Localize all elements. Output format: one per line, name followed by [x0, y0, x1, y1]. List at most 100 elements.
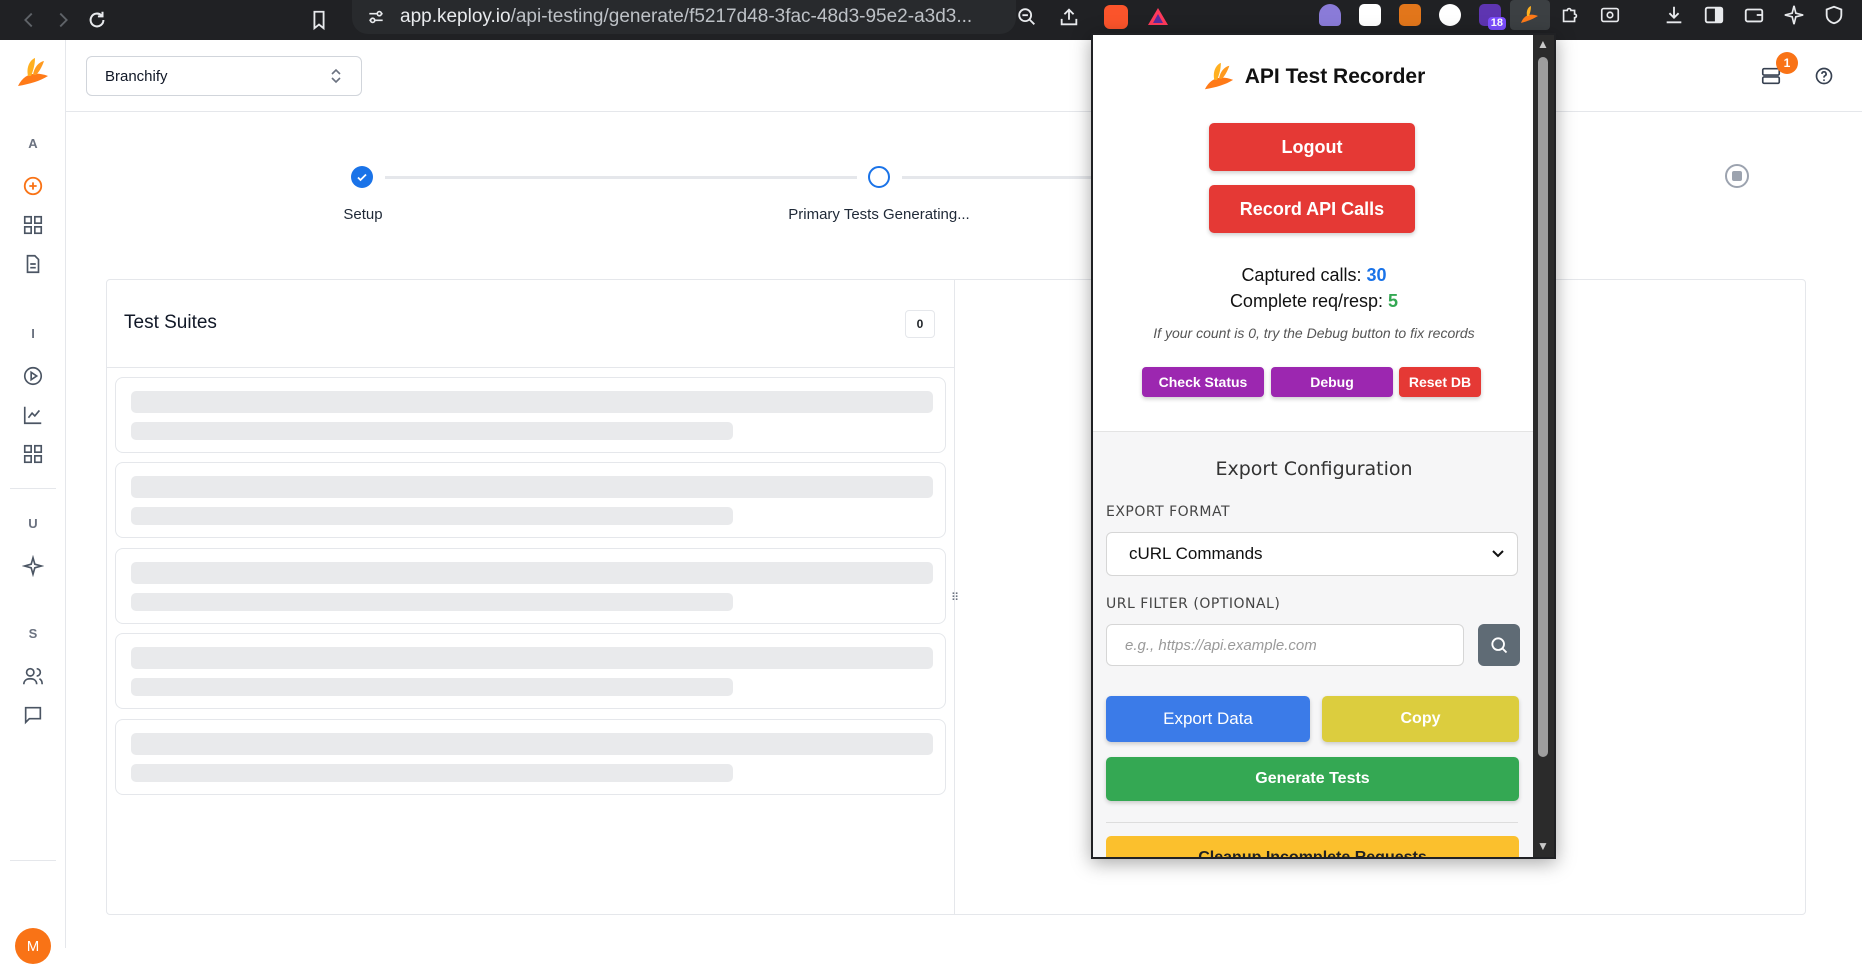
back-button[interactable] [12, 5, 46, 35]
vpn-button[interactable] [1814, 0, 1854, 30]
url-filter-input[interactable]: e.g., https://api.example.com [1106, 624, 1464, 666]
puzzle-icon [1562, 7, 1578, 23]
sidebar-item-runs[interactable] [21, 364, 45, 388]
leo-ai-button[interactable] [1774, 0, 1814, 30]
download-icon [1666, 6, 1682, 24]
extension-w-icon[interactable] [1430, 0, 1470, 30]
play-circle-icon [23, 366, 43, 386]
document-icon [26, 254, 40, 274]
export-format-select[interactable]: cURL Commands [1106, 532, 1518, 576]
keploy-rabbit-icon [1521, 6, 1538, 23]
sidebar-section-s: S [28, 626, 38, 641]
export-data-button[interactable]: Export Data [1106, 696, 1310, 742]
avatar[interactable]: M [15, 928, 51, 964]
url-filter-search-button[interactable] [1478, 624, 1520, 666]
logout-button[interactable]: Logout [1209, 123, 1415, 171]
extensions-area: 18 [1310, 0, 1862, 30]
zoom-out-icon[interactable] [1016, 6, 1038, 28]
sidebar-item-create[interactable] [21, 174, 45, 198]
stop-button[interactable] [1725, 164, 1749, 188]
extension-dots-icon[interactable] [1350, 0, 1390, 30]
chevron-down-icon [1492, 550, 1504, 558]
scroll-down-icon[interactable]: ▼ [1537, 839, 1549, 853]
downloads-button[interactable] [1654, 0, 1694, 30]
tab-search-icon [1600, 7, 1620, 23]
branch-name: Branchify [105, 67, 168, 85]
complete-req-stat: Complete req/resp: 5 [1093, 291, 1535, 312]
brave-shields-icon[interactable] [1104, 5, 1128, 29]
step-label-setup: Setup [343, 206, 383, 223]
extension-keploy-icon[interactable] [1510, 0, 1550, 30]
sidebar-item-dashboard[interactable] [21, 213, 45, 237]
skeleton-row [115, 719, 946, 795]
extension-ghost-icon[interactable] [1310, 0, 1350, 30]
extension-badge: 18 [1487, 17, 1506, 30]
copy-button[interactable]: Copy [1322, 696, 1519, 742]
wallet-icon [1744, 8, 1764, 23]
sidebar-item-apps[interactable] [21, 442, 45, 466]
chat-icon [24, 706, 42, 725]
export-format-value: cURL Commands [1129, 544, 1263, 563]
sparkle-icon [1784, 5, 1804, 25]
resize-handle-icon[interactable]: ⠿ [950, 590, 960, 606]
bookmark-button[interactable] [302, 5, 336, 35]
record-api-calls-button[interactable]: Record API Calls [1209, 185, 1415, 233]
reset-db-button[interactable]: Reset DB [1399, 367, 1481, 397]
complete-req-label: Complete req/resp: [1229, 291, 1384, 311]
cleanup-incomplete-button[interactable]: Cleanup Incomplete Requests [1106, 836, 1519, 857]
brave-rewards-icon[interactable] [1146, 5, 1170, 29]
forward-button[interactable] [46, 5, 80, 35]
app-sidebar: A I U S M [0, 40, 66, 964]
skeleton-row [115, 633, 946, 709]
captured-calls-label: Captured calls: [1241, 265, 1362, 285]
captured-calls-value: 30 [1366, 265, 1387, 285]
branch-selector[interactable]: Branchify [86, 56, 362, 96]
scrollbar-thumb[interactable] [1538, 57, 1548, 757]
tab-search-button[interactable] [1590, 0, 1630, 30]
grid-icon [23, 444, 43, 464]
stop-icon [1732, 171, 1742, 181]
popup-scrollbar[interactable]: ▲ ▼ [1533, 35, 1554, 857]
notification-badge: 1 [1776, 52, 1798, 74]
share-icon[interactable] [1058, 6, 1080, 28]
step-generating-active [868, 166, 890, 188]
sparkle-icon [22, 555, 44, 577]
extension-fox-icon[interactable] [1390, 0, 1430, 30]
reload-icon [89, 11, 105, 28]
sidebar-item-ai[interactable] [21, 554, 45, 578]
sidebar-item-documents[interactable] [21, 252, 45, 276]
keploy-logo[interactable] [16, 56, 50, 90]
api-recorder-popup: API Test Recorder Logout Record API Call… [1091, 33, 1556, 859]
address-bar[interactable]: app.keploy.io/api-testing/generate/f5217… [352, 0, 1168, 34]
sidebar-section-i: I [31, 326, 35, 341]
sidebar-icon [1704, 6, 1724, 24]
help-icon [1815, 67, 1833, 85]
keploy-logo [1204, 62, 1233, 90]
check-status-button[interactable]: Check Status [1142, 367, 1264, 397]
generate-tests-button[interactable]: Generate Tests [1106, 757, 1519, 801]
reload-button[interactable] [80, 5, 114, 35]
export-title: Export Configuration [1215, 458, 1413, 480]
scroll-up-icon[interactable]: ▲ [1537, 37, 1549, 51]
step-label-generating: Primary Tests Generating... [788, 206, 970, 223]
debug-hint: If your count is 0, try the Debug button… [1153, 325, 1475, 341]
help-button[interactable] [1812, 64, 1836, 88]
site-settings-icon[interactable] [366, 7, 386, 27]
export-separator [1106, 822, 1518, 823]
sidebar-item-messages[interactable] [21, 703, 45, 727]
browser-toolbar: app.keploy.io/api-testing/generate/f5217… [0, 0, 1862, 40]
sidebar-toggle-button[interactable] [1694, 0, 1734, 30]
line-chart-icon [23, 406, 42, 425]
skeleton-row [115, 548, 946, 624]
extensions-puzzle-button[interactable] [1550, 0, 1590, 30]
debug-button[interactable]: Debug [1271, 367, 1393, 397]
sidebar-item-users[interactable] [21, 664, 45, 688]
wallet-button[interactable] [1734, 0, 1774, 30]
sidebar-item-analytics[interactable] [21, 403, 45, 427]
step-connector [385, 176, 857, 179]
url-host: app.keploy.io [400, 6, 511, 27]
export-configuration: Export Configuration EXPORT FORMAT cURL … [1093, 431, 1535, 857]
popup-header: API Test Recorder [1093, 61, 1535, 93]
extension-wizard-icon[interactable]: 18 [1470, 0, 1510, 30]
popup-title: API Test Recorder [1244, 65, 1426, 88]
